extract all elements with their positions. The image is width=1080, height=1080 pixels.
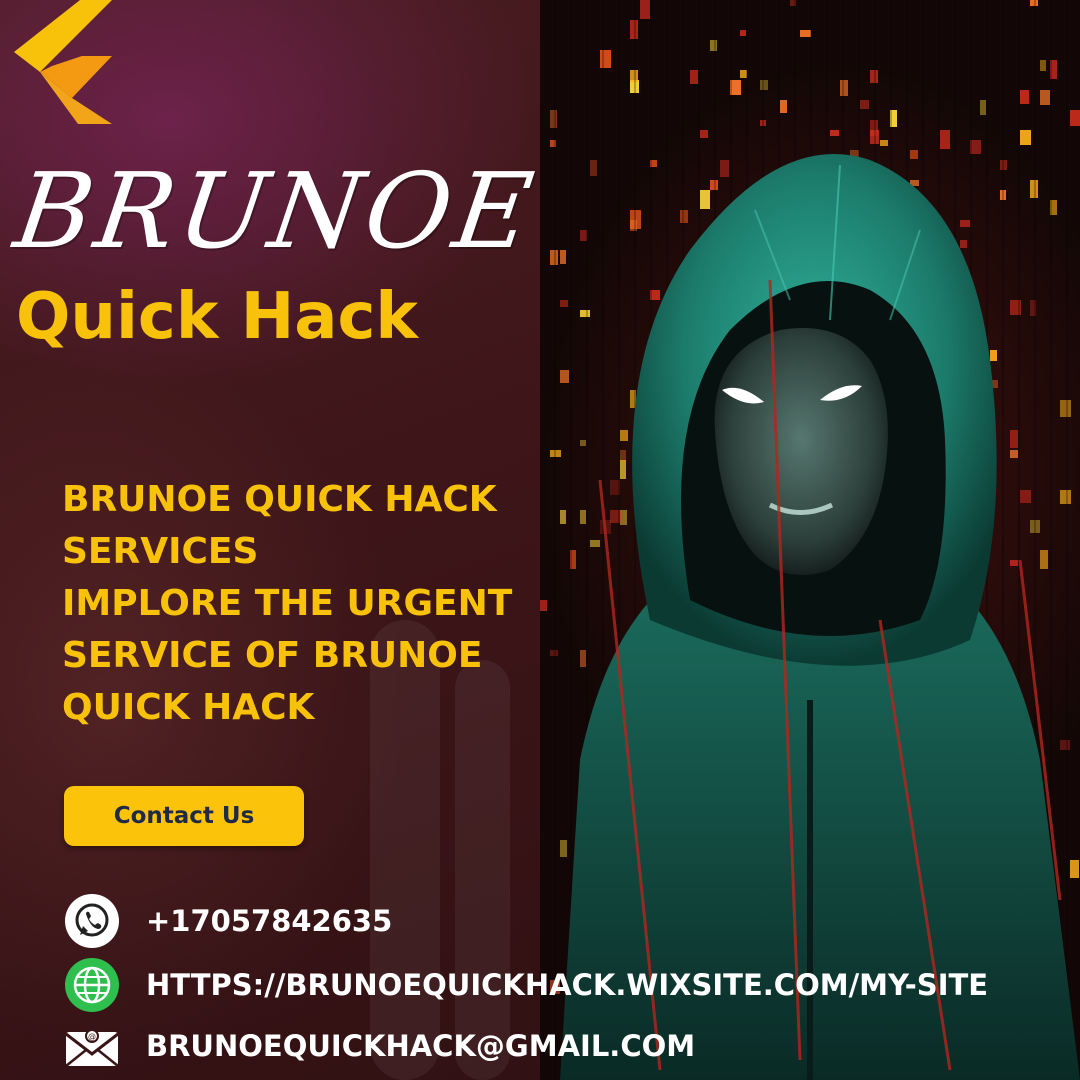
hooded-figure: [560, 154, 1080, 1080]
contact-email-row[interactable]: @ BRUNOEQUICKHACK@GMAIL.COM: [64, 1018, 695, 1074]
email-address[interactable]: BRUNOEQUICKHACK@GMAIL.COM: [146, 1029, 695, 1063]
contact-phone-row[interactable]: +17057842635: [64, 893, 392, 949]
svg-text:@: @: [88, 1032, 96, 1041]
headline-line: QUICK HACK: [62, 687, 315, 728]
brand-script-name: BRUNOE: [7, 150, 544, 272]
email-icon: @: [64, 1018, 120, 1074]
headline-line: BRUNOE QUICK HACK: [62, 479, 497, 520]
contact-website-row[interactable]: HTTPS://BRUNOEQUICKHACK.WIXSITE.COM/MY-S…: [64, 957, 988, 1013]
whatsapp-icon: [64, 893, 120, 949]
website-link[interactable]: HTTPS://BRUNOEQUICKHACK.WIXSITE.COM/MY-S…: [146, 968, 988, 1002]
phone-number: +17057842635: [146, 904, 393, 938]
headline-line: IMPLORE THE URGENT: [62, 583, 513, 624]
brand-logo: [14, 0, 112, 124]
globe-icon: [64, 957, 120, 1013]
brand-subtitle: Quick Hack: [16, 280, 418, 354]
headline-line: SERVICE OF BRUNOE: [62, 635, 483, 676]
headline-line: SERVICES: [62, 531, 259, 572]
headline: BRUNOE QUICK HACK SERVICES IMPLORE THE U…: [62, 474, 538, 734]
contact-us-button[interactable]: Contact Us: [64, 786, 304, 846]
hero-image: [540, 0, 1080, 1080]
